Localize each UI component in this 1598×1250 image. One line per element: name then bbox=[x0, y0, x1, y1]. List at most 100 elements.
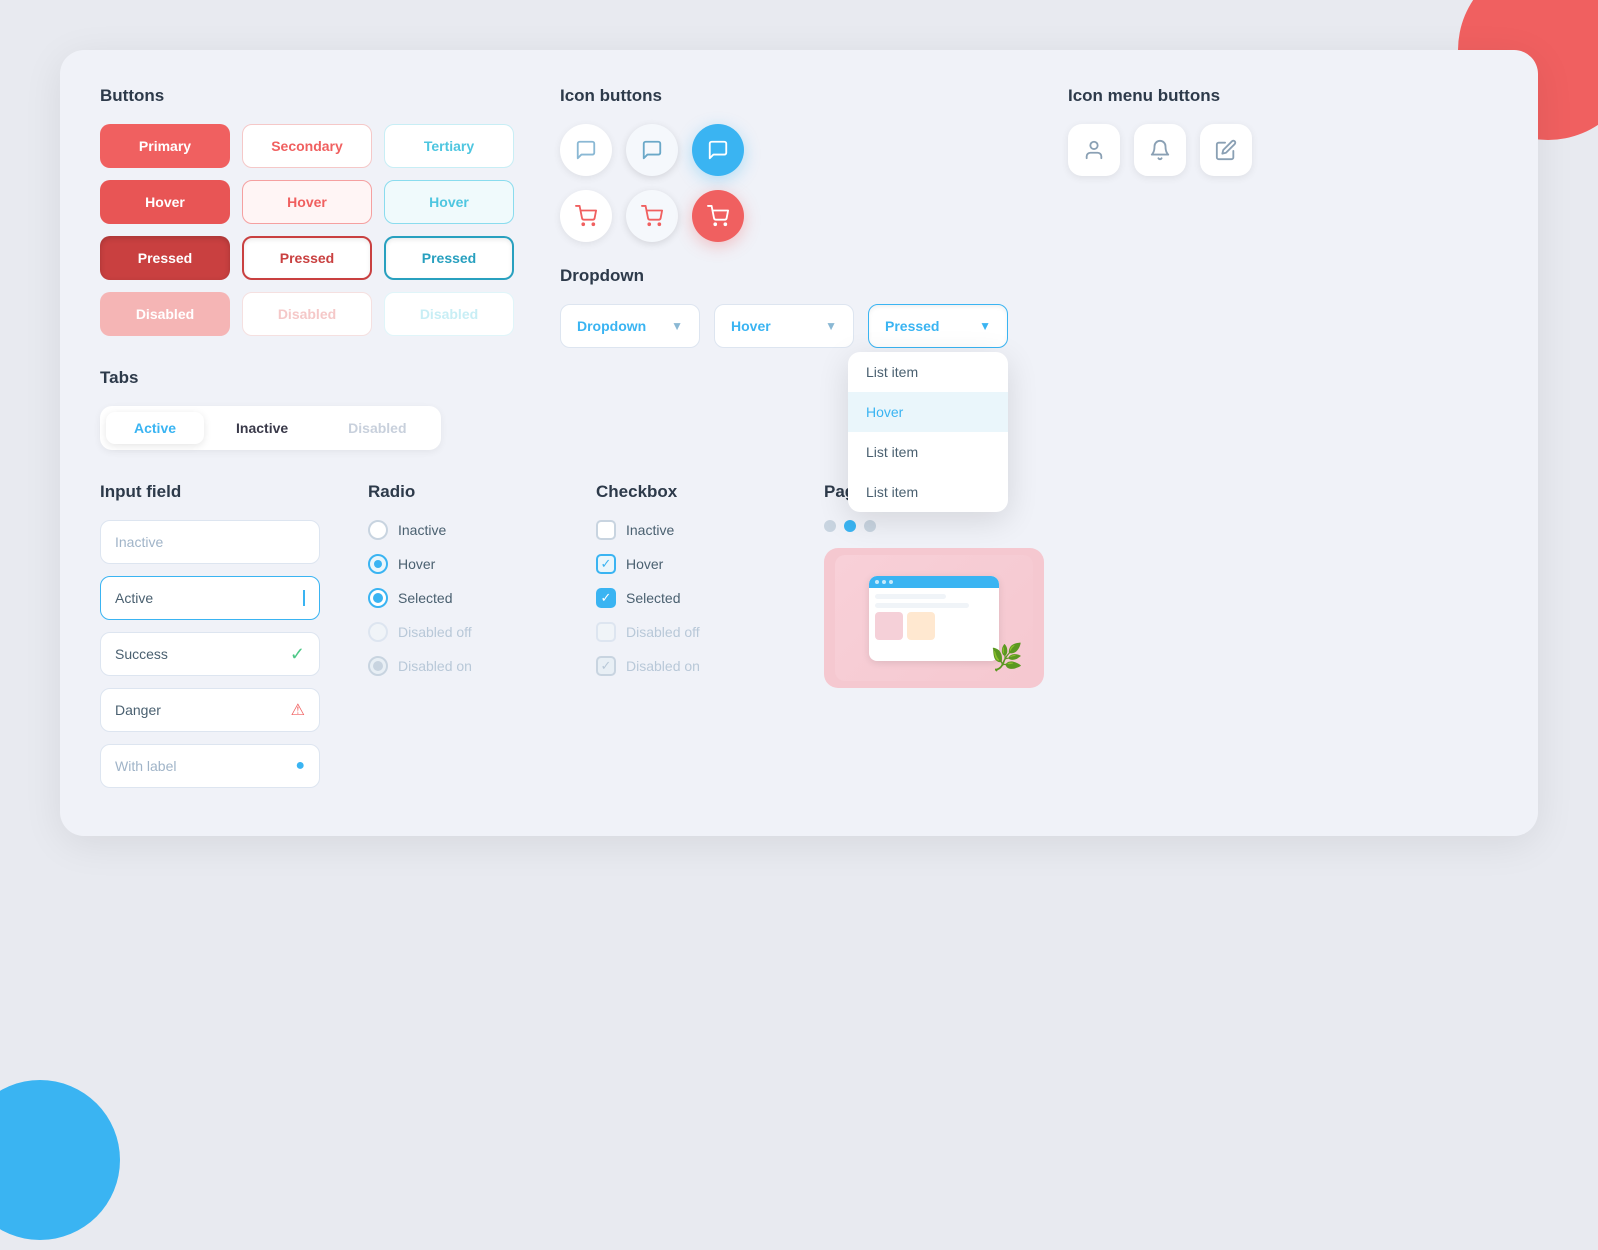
radio-inactive-item: Inactive bbox=[368, 520, 548, 540]
input-danger[interactable]: Danger ⚠ bbox=[100, 688, 320, 732]
dropdown-pressed-wrapper: Pressed ▼ List item Hover List item List… bbox=[868, 304, 1008, 348]
dropdown-default-label: Dropdown bbox=[577, 318, 646, 334]
tertiary-button[interactable]: Tertiary bbox=[384, 124, 514, 168]
checkbox-inactive-item: Inactive bbox=[596, 520, 776, 540]
dropdown-menu: List item Hover List item List item bbox=[848, 352, 1008, 512]
radio-disabled-on-label: Disabled on bbox=[398, 658, 472, 674]
dropdown-menu-item-4[interactable]: List item bbox=[848, 472, 1008, 512]
illus-dot-2 bbox=[882, 580, 886, 584]
icon-menu-edit-button[interactable] bbox=[1200, 124, 1252, 176]
radio-inactive-button[interactable] bbox=[368, 520, 388, 540]
pagination-section: Pagination bbox=[824, 482, 1498, 800]
secondary-button[interactable]: Secondary bbox=[242, 124, 372, 168]
icon-btn-row-chat bbox=[560, 124, 1008, 176]
primary-pressed-button[interactable]: Pressed bbox=[100, 236, 230, 280]
checkbox-inactive-label: Inactive bbox=[626, 522, 674, 538]
radio-selected-item: Selected bbox=[368, 588, 548, 608]
primary-hover-button[interactable]: Hover bbox=[100, 180, 230, 224]
buttons-grid: Primary Secondary Tertiary Hover Hover H… bbox=[100, 124, 520, 336]
input-success[interactable]: Success ✓ bbox=[100, 632, 320, 676]
tertiary-disabled-button: Disabled bbox=[384, 292, 514, 336]
illus-card-1 bbox=[875, 612, 903, 640]
secondary-disabled-button: Disabled bbox=[242, 292, 372, 336]
dropdown-menu-item-hover[interactable]: Hover bbox=[848, 392, 1008, 432]
tabs-title: Tabs bbox=[100, 368, 520, 388]
pagination-image-inner: 🌿 bbox=[835, 555, 1033, 681]
warning-icon: ⚠ bbox=[291, 700, 305, 720]
input-success-text: Success bbox=[115, 646, 168, 662]
dropdown-menu-item-1[interactable]: List item bbox=[848, 352, 1008, 392]
chat-default-button[interactable] bbox=[560, 124, 612, 176]
checkbox-inactive-button[interactable] bbox=[596, 520, 616, 540]
illustration-browser-bar bbox=[869, 576, 999, 588]
primary-button[interactable]: Primary bbox=[100, 124, 230, 168]
checkbox-disabled-on-check: ✓ bbox=[601, 658, 612, 674]
checkbox-disabled-off-label: Disabled off bbox=[626, 624, 700, 640]
radio-inactive-label: Inactive bbox=[398, 522, 446, 538]
chat-active-button[interactable] bbox=[692, 124, 744, 176]
radio-disabled-on-item: Disabled on bbox=[368, 656, 548, 676]
checkbox-section: Checkbox Inactive ✓ Hover ✓ Selected Dis… bbox=[596, 482, 776, 800]
radio-disabled-off-label: Disabled off bbox=[398, 624, 472, 640]
tab-disabled: Disabled bbox=[320, 412, 434, 444]
checkbox-hover-check: ✓ bbox=[601, 556, 612, 572]
input-with-label[interactable]: With label ● bbox=[100, 744, 320, 788]
dropdown-row: Dropdown ▼ Hover ▼ Pressed ▼ bbox=[560, 304, 1008, 348]
pagination-dots bbox=[824, 520, 1498, 532]
radio-disabled-on-button bbox=[368, 656, 388, 676]
chat-hover-button[interactable] bbox=[626, 124, 678, 176]
radio-selected-button[interactable] bbox=[368, 588, 388, 608]
tertiary-hover-button[interactable]: Hover bbox=[384, 180, 514, 224]
icon-buttons-section: Icon buttons bbox=[560, 86, 1008, 450]
radio-section: Radio Inactive Hover Selected Disabled o… bbox=[368, 482, 548, 800]
radio-hover-button[interactable] bbox=[368, 554, 388, 574]
tab-active[interactable]: Active bbox=[106, 412, 204, 444]
icon-menu-bell-button[interactable] bbox=[1134, 124, 1186, 176]
dropdown-pressed-chevron: ▼ bbox=[979, 319, 991, 333]
pagination-dot-1[interactable] bbox=[824, 520, 836, 532]
radio-disabled-off-item: Disabled off bbox=[368, 622, 548, 642]
top-sections: Buttons Primary Secondary Tertiary Hover… bbox=[100, 86, 1498, 450]
radio-title: Radio bbox=[368, 482, 548, 502]
dropdown-section: Dropdown Dropdown ▼ Hover ▼ Pressed bbox=[560, 266, 1008, 348]
dropdown-pressed-button[interactable]: Pressed ▼ bbox=[868, 304, 1008, 348]
dropdown-hover-button[interactable]: Hover ▼ bbox=[714, 304, 854, 348]
icon-menu-user-button[interactable] bbox=[1068, 124, 1120, 176]
secondary-hover-button[interactable]: Hover bbox=[242, 180, 372, 224]
dropdown-default-button[interactable]: Dropdown ▼ bbox=[560, 304, 700, 348]
input-inactive-text: Inactive bbox=[115, 534, 163, 550]
input-cursor bbox=[303, 590, 305, 606]
pagination-dot-3[interactable] bbox=[864, 520, 876, 532]
checkbox-disabled-off-button bbox=[596, 622, 616, 642]
checkbox-disabled-on-label: Disabled on bbox=[626, 658, 700, 674]
checkbox-hover-button[interactable]: ✓ bbox=[596, 554, 616, 574]
illustration-browser bbox=[869, 576, 999, 661]
cart-hover-button[interactable] bbox=[626, 190, 678, 242]
icon-menu-section: Icon menu buttons bbox=[1068, 86, 1252, 450]
radio-selected-inner bbox=[373, 593, 383, 603]
dropdown-pressed-label: Pressed bbox=[885, 318, 939, 334]
input-danger-text: Danger bbox=[115, 702, 161, 718]
checkbox-title: Checkbox bbox=[596, 482, 776, 502]
checkbox-selected-check: ✓ bbox=[601, 590, 612, 606]
dropdown-menu-item-3[interactable]: List item bbox=[848, 432, 1008, 472]
illus-line-1 bbox=[875, 594, 946, 599]
input-inactive[interactable]: Inactive bbox=[100, 520, 320, 564]
secondary-pressed-button[interactable]: Pressed bbox=[242, 236, 372, 280]
bottom-row: Input field Inactive Active Success ✓ Da… bbox=[100, 482, 1498, 800]
checkbox-selected-button[interactable]: ✓ bbox=[596, 588, 616, 608]
checkbox-disabled-on-button: ✓ bbox=[596, 656, 616, 676]
radio-hover-label: Hover bbox=[398, 556, 435, 572]
input-active[interactable]: Active bbox=[100, 576, 320, 620]
input-title: Input field bbox=[100, 482, 320, 502]
checkbox-hover-item: ✓ Hover bbox=[596, 554, 776, 574]
tab-inactive[interactable]: Inactive bbox=[208, 412, 316, 444]
cart-active-button[interactable] bbox=[692, 190, 744, 242]
tertiary-pressed-button[interactable]: Pressed bbox=[384, 236, 514, 280]
info-icon: ● bbox=[295, 757, 305, 775]
pagination-dot-2[interactable] bbox=[844, 520, 856, 532]
illus-card-2 bbox=[907, 612, 935, 640]
cart-default-button[interactable] bbox=[560, 190, 612, 242]
dropdown-hover-chevron: ▼ bbox=[825, 319, 837, 333]
checkbox-disabled-off-item: Disabled off bbox=[596, 622, 776, 642]
